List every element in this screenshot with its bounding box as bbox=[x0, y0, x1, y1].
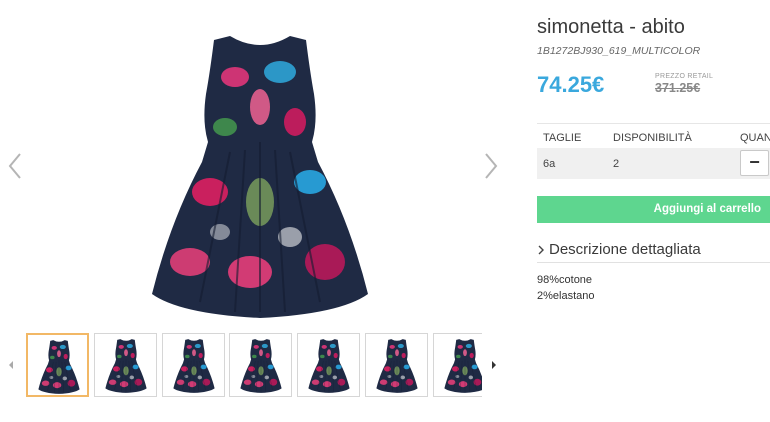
thumbnail-image bbox=[444, 338, 482, 394]
table-header: TAGLIE DISPONIBILITÀ QUAN bbox=[537, 123, 770, 148]
material-line: 2%elastano bbox=[537, 290, 595, 302]
retail-price-label: PREZZO RETAIL bbox=[655, 73, 714, 80]
product-sku: 1B1272BJ930_619_MULTICOLOR bbox=[537, 45, 701, 57]
description-toggle[interactable]: Descrizione dettagliata bbox=[537, 239, 770, 263]
sale-price: 74.25€ bbox=[537, 72, 605, 97]
table-row: 6a 2 − bbox=[537, 148, 770, 179]
chevron-left-icon bbox=[8, 153, 21, 179]
description-label: Descrizione dettagliata bbox=[549, 241, 701, 258]
size-cell: 6a bbox=[543, 158, 556, 170]
caret-left-icon bbox=[9, 361, 13, 369]
product-title: simonetta - abito bbox=[537, 16, 685, 38]
add-to-cart-button[interactable]: Aggiungi al carrello bbox=[537, 196, 770, 223]
chevron-right-icon bbox=[485, 153, 498, 179]
availability-table: TAGLIE DISPONIBILITÀ QUAN 6a 2 − bbox=[537, 123, 770, 179]
thumb-prev-button[interactable] bbox=[6, 359, 16, 371]
thumbnail-carousel bbox=[0, 333, 510, 399]
thumbnail-image bbox=[376, 338, 418, 394]
thumbnail-image bbox=[38, 339, 80, 395]
retail-price: 371.25€ bbox=[655, 81, 701, 95]
thumbnail-image bbox=[173, 338, 215, 394]
next-image-button[interactable] bbox=[480, 150, 500, 182]
thumbnail[interactable] bbox=[365, 333, 428, 397]
chevron-right-icon bbox=[537, 244, 545, 256]
thumbnail[interactable] bbox=[229, 333, 292, 397]
thumbnail[interactable] bbox=[162, 333, 225, 397]
header-quantity: QUAN bbox=[740, 132, 770, 144]
thumbnail[interactable] bbox=[297, 333, 360, 397]
product-info: simonetta - abito 1B1272BJ930_619_MULTIC… bbox=[537, 0, 770, 422]
prev-image-button[interactable] bbox=[6, 150, 26, 182]
material-line: 98%cotone bbox=[537, 274, 593, 286]
dress-image bbox=[150, 32, 370, 322]
availability-cell: 2 bbox=[613, 158, 620, 170]
thumb-next-button[interactable] bbox=[489, 359, 499, 371]
quantity-decrement-button[interactable]: − bbox=[740, 150, 769, 176]
caret-right-icon bbox=[492, 361, 496, 369]
main-product-image[interactable] bbox=[150, 32, 370, 322]
thumbnail-strip bbox=[26, 333, 482, 399]
thumbnail-image bbox=[240, 338, 282, 394]
product-gallery bbox=[0, 0, 510, 422]
thumbnail[interactable] bbox=[94, 333, 157, 397]
thumbnail-image bbox=[308, 338, 350, 394]
thumbnail[interactable] bbox=[433, 333, 482, 397]
header-sizes: TAGLIE bbox=[543, 132, 582, 144]
thumbnail[interactable] bbox=[26, 333, 89, 397]
thumbnail-image bbox=[105, 338, 147, 394]
header-availability: DISPONIBILITÀ bbox=[613, 132, 692, 144]
